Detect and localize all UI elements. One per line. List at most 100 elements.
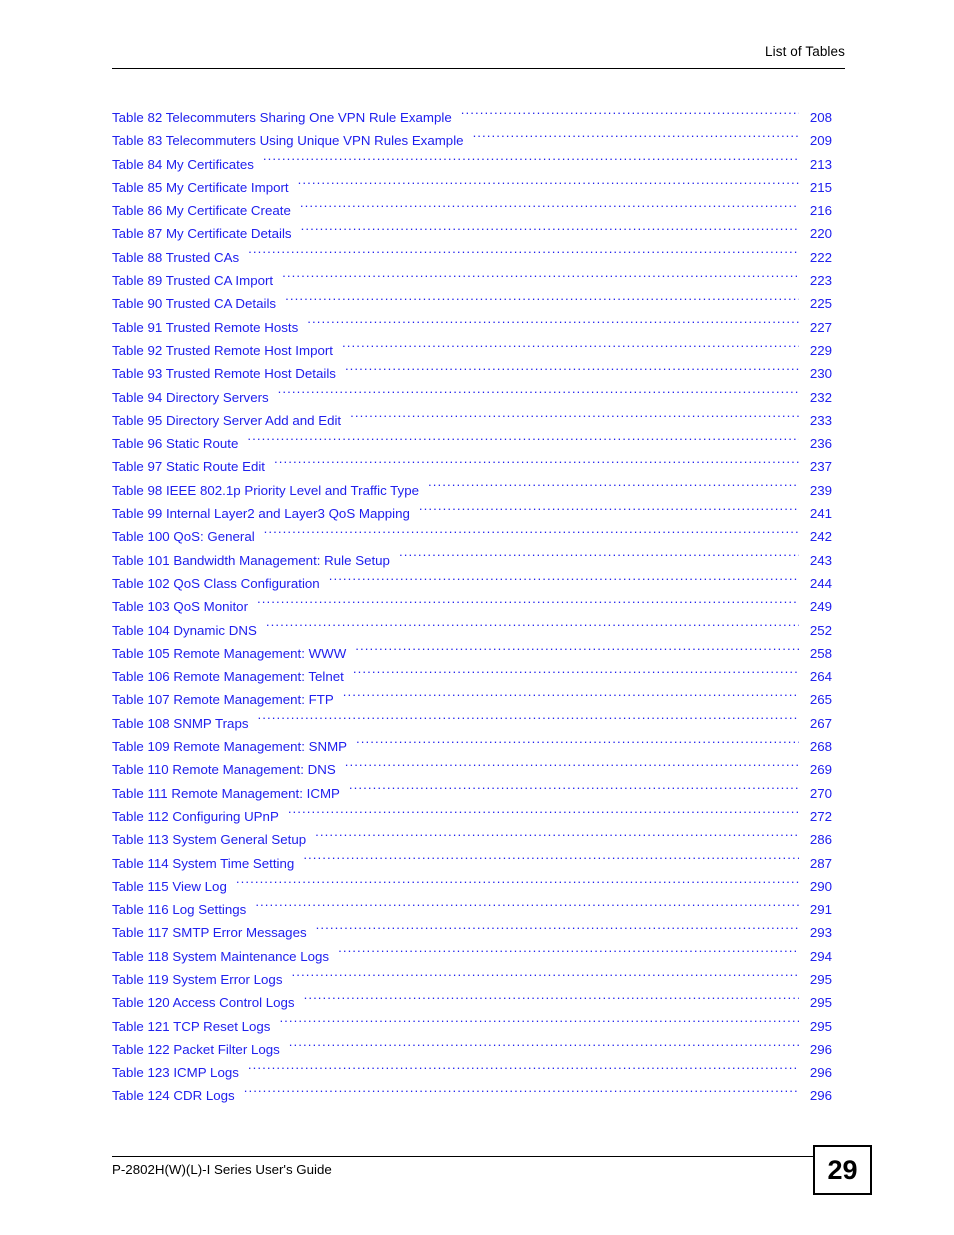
toc-entry[interactable]: Table 109 Remote Management: SNMP 268	[112, 735, 832, 758]
toc-entry-label: Table 113 System General Setup	[112, 832, 307, 848]
toc-entry[interactable]: Table 118 System Maintenance Logs 294	[112, 945, 832, 968]
toc-entry[interactable]: Table 108 SNMP Traps 267	[112, 712, 832, 735]
toc-entry[interactable]: Table 103 QoS Monitor 249	[112, 595, 832, 618]
toc-entry-label: Table 122 Packet Filter Logs	[112, 1041, 280, 1057]
toc-entry-page-number: 222	[809, 249, 832, 265]
toc-entry-page-number: 272	[809, 808, 832, 824]
toc-entry[interactable]: Table 106 Remote Management: Telnet 264	[112, 665, 832, 688]
toc-entry-page-number: 213	[809, 156, 832, 172]
toc-entry-page-number: 268	[809, 739, 832, 755]
toc-dot-leader	[298, 178, 799, 192]
toc-entry[interactable]: Table 117 SMTP Error Messages 293	[112, 921, 832, 944]
toc-entry[interactable]: Table 87 My Certificate Details 220	[112, 222, 832, 245]
toc-entry[interactable]: Table 107 Remote Management: FTP 265	[112, 688, 832, 711]
toc-entry-label: Table 109 Remote Management: SNMP	[112, 739, 348, 755]
toc-dot-leader	[291, 970, 799, 984]
toc-dot-leader	[263, 155, 799, 169]
toc-entry[interactable]: Table 115 View Log 290	[112, 875, 832, 898]
toc-entry-label: Table 94 Directory Servers	[112, 389, 269, 405]
toc-entry-page-number: 294	[809, 948, 832, 964]
toc-entry-page-number: 225	[809, 296, 832, 312]
toc-entry[interactable]: Table 95 Directory Server Add and Edit 23…	[112, 409, 832, 432]
toc-entry[interactable]: Table 98 IEEE 802.1p Priority Level and …	[112, 479, 832, 502]
toc-entry[interactable]: Table 90 Trusted CA Details 225	[112, 292, 832, 315]
toc-dot-leader	[461, 108, 799, 122]
toc-entry[interactable]: Table 101 Bandwidth Management: Rule Set…	[112, 549, 832, 572]
toc-entry-label: Table 119 System Error Logs	[112, 971, 283, 987]
toc-entry[interactable]: Table 111 Remote Management: ICMP 270	[112, 782, 832, 805]
toc-entry-label: Table 82 Telecommuters Sharing One VPN R…	[112, 110, 452, 125]
toc-entry-label: Table 84 My Certificates	[112, 156, 254, 172]
toc-entry[interactable]: Table 82 Telecommuters Sharing One VPN R…	[112, 106, 832, 129]
toc-dot-leader	[338, 947, 799, 961]
toc-dot-leader	[274, 457, 799, 471]
toc-entry[interactable]: Table 121 TCP Reset Logs 295	[112, 1015, 832, 1038]
header-divider	[112, 68, 845, 69]
toc-dot-leader	[316, 923, 799, 937]
toc-entry-label: Table 115 View Log	[112, 878, 227, 894]
toc-entry-label: Table 87 My Certificate Details	[112, 226, 292, 242]
toc-entry-page-number: 209	[809, 133, 832, 149]
toc-dot-leader	[248, 1063, 799, 1077]
toc-entry[interactable]: Table 119 System Error Logs 295	[112, 968, 832, 991]
toc-entry[interactable]: Table 110 Remote Management: DNS 269	[112, 758, 832, 781]
toc-dot-leader	[355, 644, 799, 658]
toc-entry[interactable]: Table 113 System General Setup 286	[112, 828, 832, 851]
toc-entry-page-number: 295	[809, 1018, 832, 1034]
toc-entry-label: Table 89 Trusted CA Import	[112, 273, 274, 289]
toc-entry[interactable]: Table 97 Static Route Edit 237	[112, 455, 832, 478]
toc-entry[interactable]: Table 86 My Certificate Create 216	[112, 199, 832, 222]
toc-entry-page-number: 264	[809, 669, 832, 685]
toc-entry[interactable]: Table 96 Static Route 236	[112, 432, 832, 455]
toc-entry[interactable]: Table 88 Trusted CAs 222	[112, 246, 832, 269]
toc-entry-page-number: 232	[809, 389, 832, 405]
toc-entry-label: Table 112 Configuring UPnP	[112, 808, 279, 824]
toc-dot-leader	[285, 294, 799, 308]
header-section-title: List of Tables	[765, 44, 845, 59]
toc-entry[interactable]: Table 124 CDR Logs 296	[112, 1084, 832, 1107]
toc-entry-label: Table 95 Directory Server Add and Edit	[112, 412, 342, 428]
toc-entry-page-number: 215	[809, 179, 832, 195]
toc-entry[interactable]: Table 114 System Time Setting 287	[112, 852, 832, 875]
toc-entry[interactable]: Table 99 Internal Layer2 and Layer3 QoS …	[112, 502, 832, 525]
toc-entry-page-number: 243	[809, 552, 832, 568]
toc-dot-leader	[244, 1086, 799, 1100]
toc-entry[interactable]: Table 116 Log Settings 291	[112, 898, 832, 921]
toc-entry[interactable]: Table 102 QoS Class Configuration 244	[112, 572, 832, 595]
footer-guide-title: P-2802H(W)(L)-I Series User's Guide	[112, 1162, 332, 1177]
toc-dot-leader	[279, 1017, 799, 1031]
footer-divider	[112, 1156, 818, 1157]
toc-entry-page-number: 223	[809, 273, 832, 289]
toc-entry[interactable]: Table 85 My Certificate Import 215	[112, 176, 832, 199]
toc-entry-label: Table 105 Remote Management: WWW	[112, 645, 347, 661]
toc-entry[interactable]: Table 123 ICMP Logs 296	[112, 1061, 832, 1084]
toc-entry[interactable]: Table 120 Access Control Logs 295	[112, 991, 832, 1014]
toc-entry[interactable]: Table 83 Telecommuters Using Unique VPN …	[112, 129, 832, 152]
toc-dot-leader	[419, 504, 799, 518]
toc-dot-leader	[303, 854, 799, 868]
toc-entry-label: Table 110 Remote Management: DNS	[112, 762, 336, 778]
document-page: List of Tables Table 82 Telecommuters Sh…	[0, 0, 954, 1235]
toc-dot-leader	[300, 201, 799, 215]
toc-entry[interactable]: Table 122 Packet Filter Logs 296	[112, 1038, 832, 1061]
toc-entry[interactable]: Table 94 Directory Servers 232	[112, 386, 832, 409]
toc-entry-label: Table 118 System Maintenance Logs	[112, 948, 330, 964]
toc-entry-page-number: 296	[809, 1088, 832, 1104]
toc-entry-page-number: 291	[809, 902, 832, 918]
toc-entry-page-number: 236	[809, 436, 832, 452]
toc-entry[interactable]: Table 89 Trusted CA Import 223	[112, 269, 832, 292]
toc-entry[interactable]: Table 104 Dynamic DNS 252	[112, 619, 832, 642]
toc-entry-label: Table 103 QoS Monitor	[112, 599, 249, 615]
toc-dot-leader	[301, 224, 799, 238]
toc-entry[interactable]: Table 92 Trusted Remote Host Import 229	[112, 339, 832, 362]
toc-entry[interactable]: Table 112 Configuring UPnP 272	[112, 805, 832, 828]
toc-entry[interactable]: Table 93 Trusted Remote Host Details 230	[112, 362, 832, 385]
toc-entry[interactable]: Table 84 My Certificates 213	[112, 153, 832, 176]
page-number-box: 29	[813, 1145, 872, 1195]
toc-dot-leader	[264, 527, 799, 541]
toc-entry[interactable]: Table 100 QoS: General 242	[112, 525, 832, 548]
toc-entry-page-number: 258	[809, 645, 832, 661]
toc-entry-label: Table 108 SNMP Traps	[112, 715, 249, 731]
toc-entry[interactable]: Table 91 Trusted Remote Hosts 227	[112, 316, 832, 339]
toc-entry[interactable]: Table 105 Remote Management: WWW 258	[112, 642, 832, 665]
